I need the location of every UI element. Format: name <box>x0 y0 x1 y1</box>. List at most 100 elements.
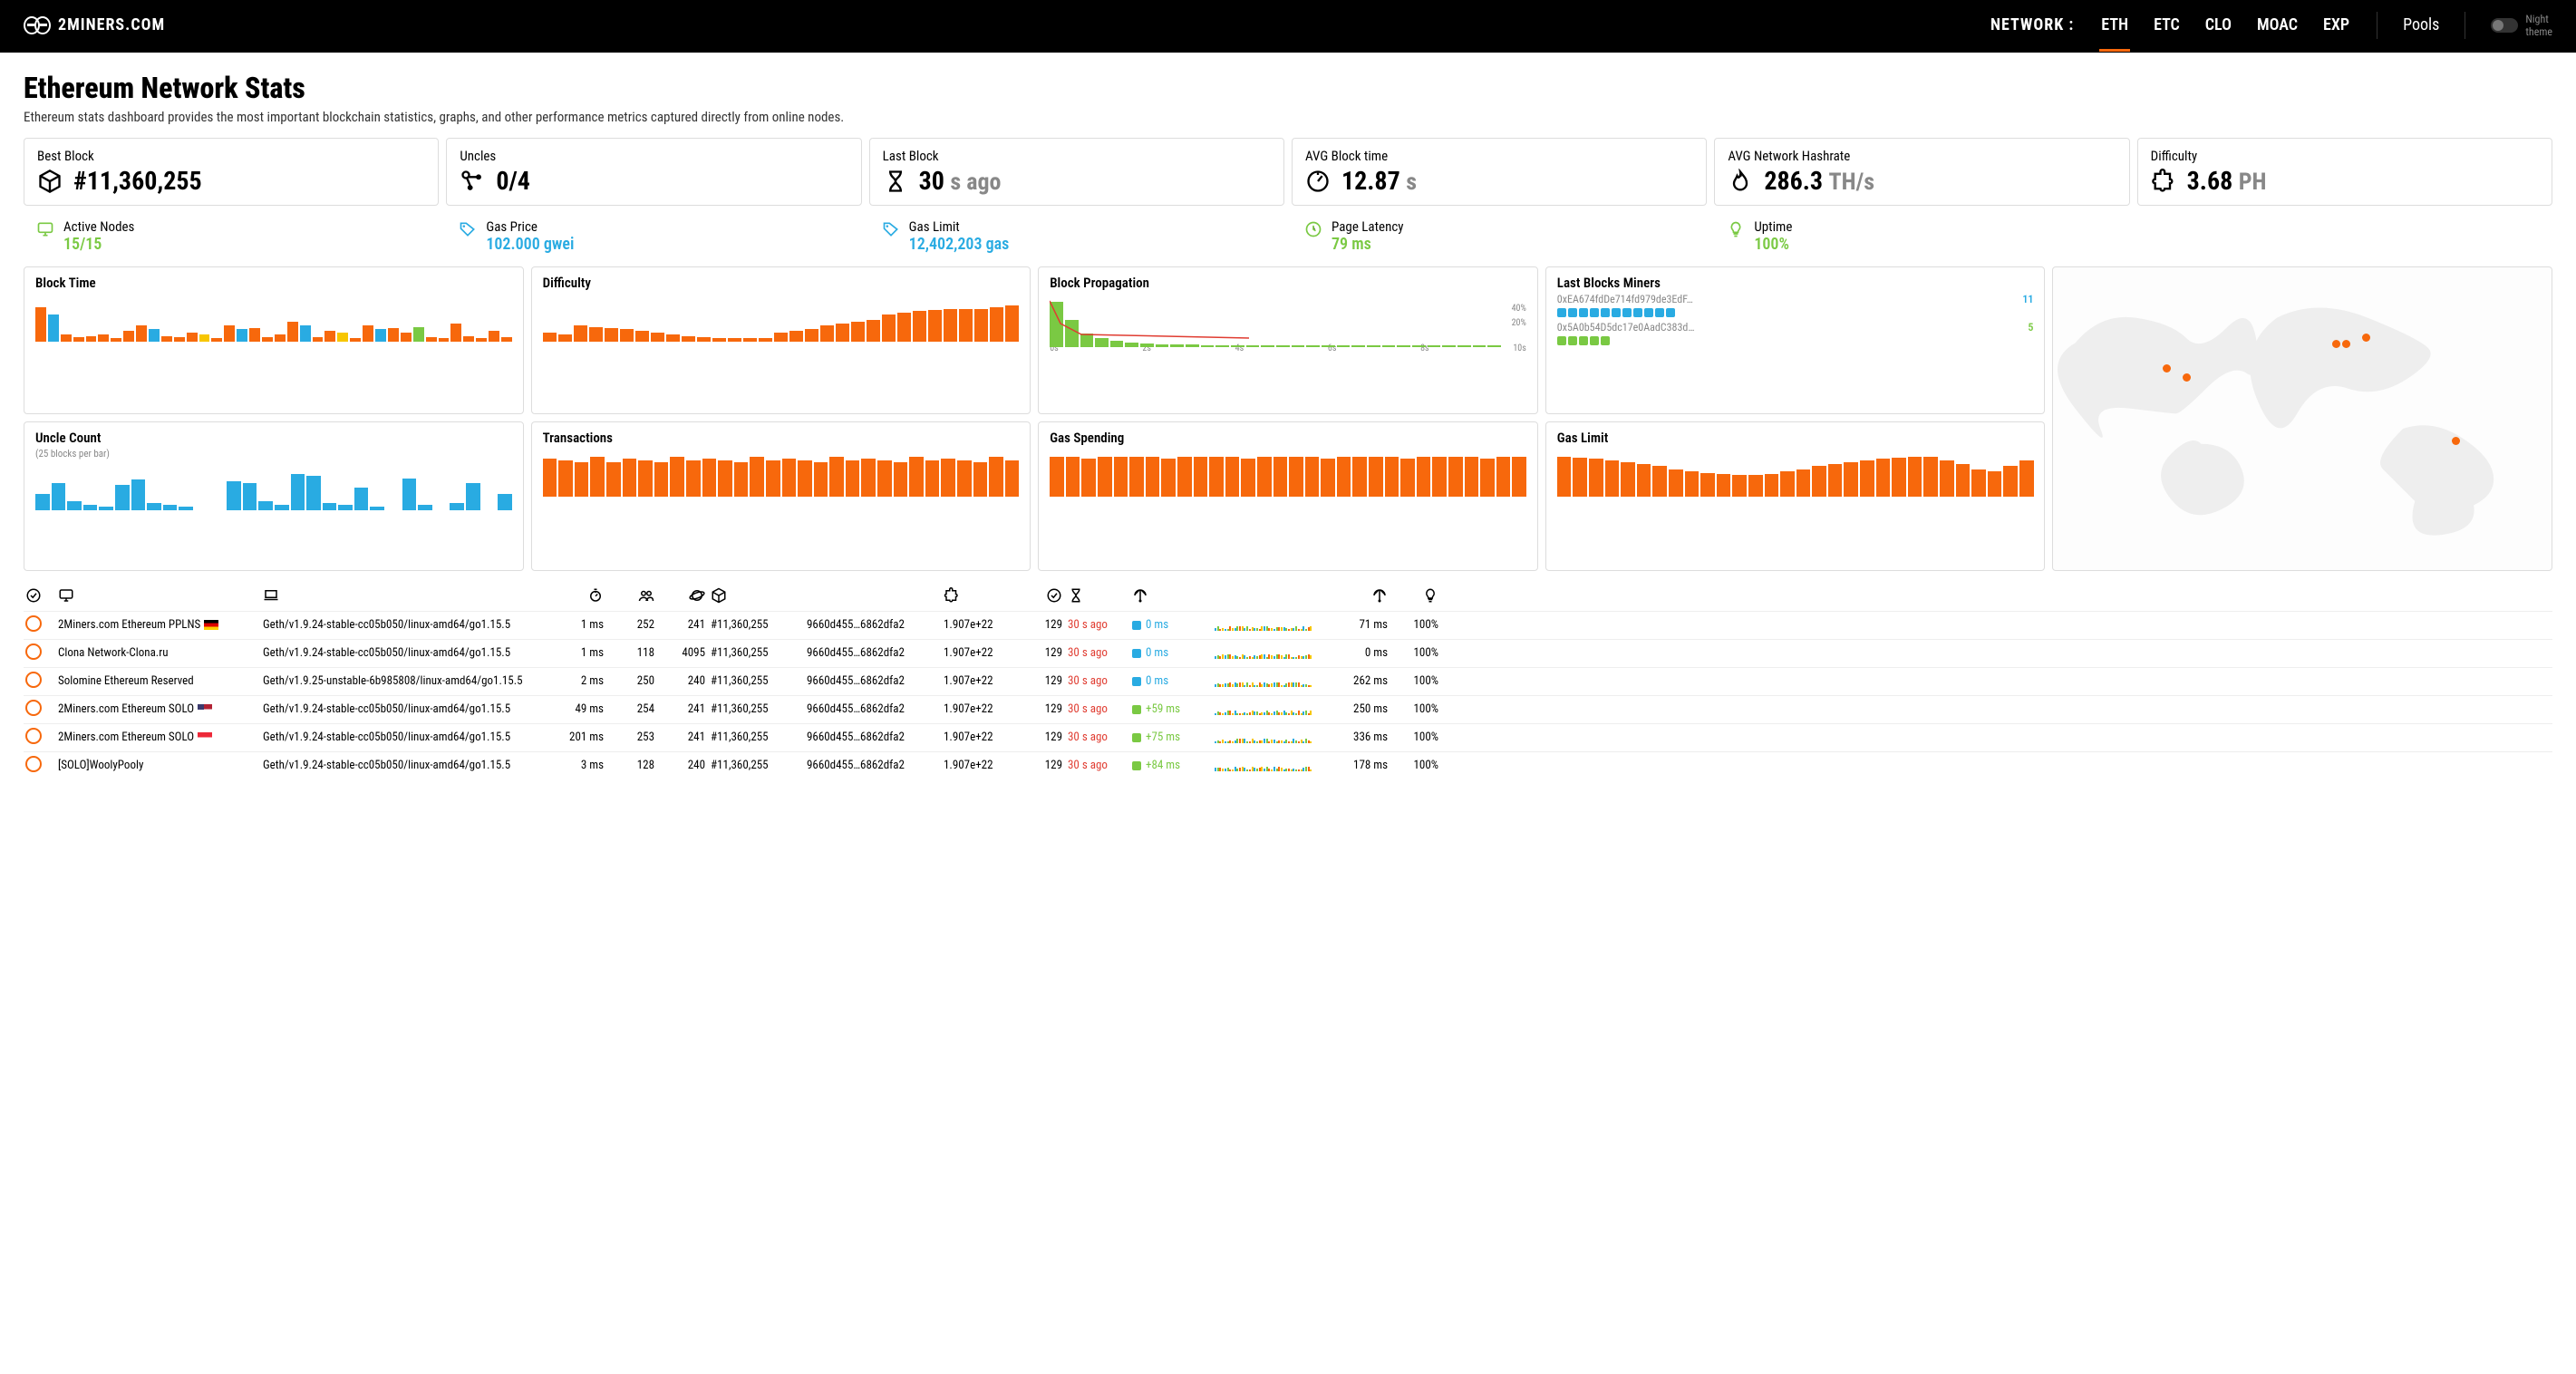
node-block: #11,360,255 <box>711 674 801 688</box>
gas-spending-chart: Gas Spending <box>1038 421 1538 571</box>
node-hash: 9660d455…6862dfa2 <box>807 674 938 688</box>
flag-us-icon <box>198 704 212 714</box>
node-ping: 250 ms <box>1329 702 1388 716</box>
cube-icon <box>37 169 63 194</box>
node-client: Geth/v1.9.24-stable-cc05b050/linux-amd64… <box>263 759 553 772</box>
brand-text: 2MINERS.COM <box>58 15 165 34</box>
logo-icon <box>24 16 51 34</box>
world-map <box>2052 266 2552 571</box>
node-ago: 30 s ago <box>1068 618 1127 632</box>
node-spark <box>1215 648 1314 659</box>
mini-active nodes: Active Nodes 15/15 <box>24 213 439 259</box>
stat-value: #11,360,255 <box>73 166 202 196</box>
node-txs: 129 <box>1017 646 1062 660</box>
theme-label: Night theme <box>2525 13 2552 38</box>
table-row[interactable]: [SOLO]WoolyPooly Geth/v1.9.24-stable-cc0… <box>24 751 2552 779</box>
tab-exp[interactable]: EXP <box>2321 0 2351 51</box>
tab-eth[interactable]: ETH <box>2099 0 2130 51</box>
chart-title: Uncle Count <box>35 430 512 446</box>
tag-icon <box>459 218 477 242</box>
node-pending: 241 <box>660 731 705 744</box>
miner-row: 0x5A0b54D5dc17e0AadC383d…5 <box>1557 321 2034 334</box>
status-icon <box>25 672 53 692</box>
mini-label: Gas Price <box>486 218 574 235</box>
tab-etc[interactable]: ETC <box>2152 0 2182 51</box>
node-spark <box>1215 620 1314 631</box>
last-blocks-miners: Last Blocks Miners 0xEA674fdDe714fd979de… <box>1545 266 2046 414</box>
node-name: Clona Network-Clona.ru <box>58 646 257 660</box>
stat-uncles: Uncles 0/4 <box>446 138 861 206</box>
stat-avg block time: AVG Block time 12.87 s <box>1292 138 1707 206</box>
gas-limit-chart: Gas Limit <box>1545 421 2046 571</box>
node-uptime: 100% <box>1393 731 1438 744</box>
node-block: #11,360,255 <box>711 702 801 716</box>
stat-last block: Last Block 30 s ago <box>869 138 1284 206</box>
node-pending: 241 <box>660 618 705 632</box>
stat-value: 3.68 PH <box>2187 166 2267 196</box>
tab-clo[interactable]: CLO <box>2203 0 2233 51</box>
node-peers: 253 <box>609 731 654 744</box>
node-spark <box>1215 760 1314 771</box>
page-subtitle: Ethereum stats dashboard provides the mo… <box>24 109 2552 125</box>
node-txs: 129 <box>1017 674 1062 688</box>
node-hash: 9660d455…6862dfa2 <box>807 646 938 660</box>
node-block: #11,360,255 <box>711 618 801 632</box>
node-uptime: 100% <box>1393 618 1438 632</box>
prop-cumulative-line <box>1050 296 1501 342</box>
page-title: Ethereum Network Stats <box>24 71 2552 105</box>
stat-value: 0/4 <box>496 166 530 196</box>
node-prop: 0 ms <box>1132 646 1209 660</box>
node-latency: 3 ms <box>558 759 604 772</box>
stat-value: 30 s ago <box>919 166 1002 196</box>
flag-de-icon <box>204 620 218 630</box>
node-block: #11,360,255 <box>711 759 801 772</box>
puzzle-icon <box>2151 169 2176 194</box>
node-txs: 129 <box>1017 731 1062 744</box>
bulb-icon <box>1727 218 1745 242</box>
node-txs: 129 <box>1017 702 1062 716</box>
table-row[interactable]: 2Miners.com Ethereum SOLO Geth/v1.9.24-s… <box>24 695 2552 723</box>
theme-toggle[interactable]: Night theme <box>2491 13 2552 38</box>
mini-label: Page Latency <box>1332 218 1404 235</box>
stat-value: 12.87 s <box>1341 166 1417 196</box>
tag-icon <box>882 218 900 242</box>
node-latency: 201 ms <box>558 731 604 744</box>
theme-switch[interactable] <box>2491 18 2518 33</box>
pools-link[interactable]: Pools <box>2403 15 2439 34</box>
node-spark <box>1215 676 1314 687</box>
difficulty-chart: Difficulty <box>531 266 1031 414</box>
node-latency: 1 ms <box>558 618 604 632</box>
uncle-count-chart: Uncle Count (25 blocks per bar) <box>24 421 524 571</box>
node-prop: +84 ms <box>1132 759 1209 772</box>
stat-avg network hashrate: AVG Network Hashrate 286.3 TH/s <box>1714 138 2129 206</box>
logo[interactable]: 2MINERS.COM <box>24 15 165 34</box>
mini-value: 79 ms <box>1332 235 1404 254</box>
node-client: Geth/v1.9.24-stable-cc05b050/linux-amd64… <box>263 731 553 744</box>
chart-title: Transactions <box>543 430 1020 446</box>
hourglass-icon <box>883 169 908 194</box>
table-row[interactable]: Solomine Ethereum Reserved Geth/v1.9.25-… <box>24 667 2552 695</box>
stat-label: Difficulty <box>2151 148 2539 164</box>
stat-difficulty: Difficulty 3.68 PH <box>2137 138 2552 206</box>
mini-value: 12,402,203 gas <box>909 235 1010 254</box>
node-pending: 240 <box>660 759 705 772</box>
node-ping: 178 ms <box>1329 759 1388 772</box>
node-hash: 9660d455…6862dfa2 <box>807 702 938 716</box>
table-row[interactable]: Clona Network-Clona.ru Geth/v1.9.24-stab… <box>24 639 2552 667</box>
node-client: Geth/v1.9.25-unstable-6b985808/linux-amd… <box>263 674 553 688</box>
node-ping: 0 ms <box>1329 646 1388 660</box>
node-uptime: 100% <box>1393 759 1438 772</box>
flag-sg-icon <box>198 732 212 742</box>
table-row[interactable]: 2Miners.com Ethereum SOLO Geth/v1.9.24-s… <box>24 723 2552 751</box>
stat-label: Uncles <box>460 148 847 164</box>
clock-icon <box>1304 218 1322 242</box>
node-txs: 129 <box>1017 618 1062 632</box>
node-hash: 9660d455…6862dfa2 <box>807 618 938 632</box>
mini-gas limit: Gas Limit 12,402,203 gas <box>869 213 1284 259</box>
table-row[interactable]: 2Miners.com Ethereum PPLNS Geth/v1.9.24-… <box>24 611 2552 639</box>
chart-title: Block Time <box>35 275 512 291</box>
tab-moac[interactable]: MOAC <box>2255 0 2300 51</box>
node-peers: 128 <box>609 759 654 772</box>
node-peers: 254 <box>609 702 654 716</box>
node-diff: 1.907e+22 <box>944 618 1012 632</box>
